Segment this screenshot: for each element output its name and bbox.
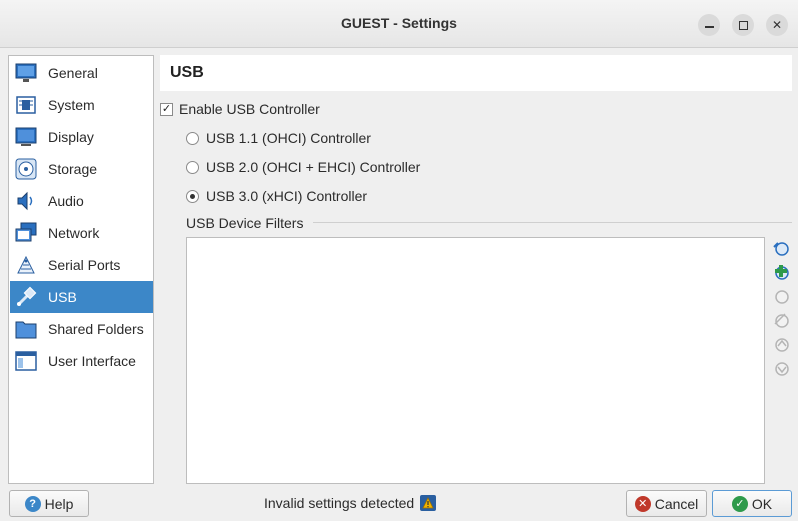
sidebar-item-label: Storage — [48, 161, 98, 177]
cancel-label: Cancel — [654, 495, 699, 512]
sidebar-item-usb[interactable]: USB — [10, 281, 153, 313]
sidebar-item-label: General — [48, 65, 98, 81]
close-button[interactable]: ✕ — [766, 14, 788, 36]
radio-button[interactable] — [186, 131, 199, 145]
sidebar-item-audio[interactable]: Audio — [10, 185, 153, 217]
sidebar-item-label: Network — [48, 225, 100, 241]
sidebar-item-display[interactable]: Display — [10, 121, 153, 153]
move-down-icon — [772, 359, 790, 380]
radio-button[interactable] — [186, 160, 199, 174]
sidebar-item-label: System — [48, 97, 95, 113]
usb-1-1-radio[interactable]: USB 1.1 (OHCI) Controller — [186, 130, 371, 146]
add-filter-icon — [772, 239, 790, 260]
sidebar-item-general[interactable]: General — [10, 57, 153, 89]
usb-device-filters-label: USB Device Filters — [186, 215, 304, 231]
minimize-button[interactable] — [698, 14, 720, 36]
ok-label: OK — [751, 495, 773, 512]
audio-icon — [14, 189, 38, 213]
sidebar-item-label: Shared Folders — [48, 321, 144, 337]
sidebar-item-serial-ports[interactable]: Serial Ports — [10, 249, 153, 281]
status-text: Invalid settings detected — [264, 495, 415, 511]
help-label: Help — [44, 495, 74, 512]
move-up-icon — [772, 335, 790, 356]
edit-filter-button[interactable] — [770, 286, 792, 308]
checkbox-box[interactable]: ✓ — [160, 102, 173, 116]
page-title: USB — [170, 64, 204, 81]
window-title: GUEST - Settings — [341, 15, 457, 31]
usb-icon — [14, 285, 38, 309]
radio-button[interactable] — [186, 189, 199, 203]
move-up-button[interactable] — [770, 334, 792, 356]
sidebar-item-label: USB — [48, 289, 77, 305]
usb-device-filters-list[interactable] — [186, 237, 765, 484]
maximize-icon — [738, 20, 748, 30]
edit-filter-icon — [772, 287, 790, 308]
enable-usb-controller-label: Enable USB Controller — [179, 101, 320, 117]
system-icon — [14, 93, 38, 117]
title-bar: GUEST - Settings ✕ — [0, 0, 798, 48]
minimize-icon — [704, 26, 714, 28]
serial-ports-icon — [14, 253, 38, 277]
storage-icon — [14, 157, 38, 181]
sidebar-item-shared-folders[interactable]: Shared Folders — [10, 313, 153, 345]
sidebar-item-label: Audio — [48, 193, 84, 209]
status-message: Invalid settings detected — [264, 495, 437, 511]
settings-sidebar: General System Display Storage Audio Net… — [8, 55, 154, 484]
add-from-device-icon — [772, 263, 790, 284]
sidebar-item-system[interactable]: System — [10, 89, 153, 121]
usb-3-0-radio[interactable]: USB 3.0 (xHCI) Controller — [186, 188, 367, 204]
add-from-device-button[interactable] — [770, 262, 792, 284]
help-button[interactable]: ? Help — [9, 490, 89, 517]
enable-usb-controller-checkbox[interactable]: ✓ Enable USB Controller — [160, 101, 320, 117]
network-icon — [14, 221, 38, 245]
usb-2-0-radio[interactable]: USB 2.0 (OHCI + EHCI) Controller — [186, 159, 420, 175]
sidebar-item-label: Serial Ports — [48, 257, 121, 273]
cancel-button[interactable]: ✕ Cancel — [626, 490, 707, 517]
ok-button[interactable]: ✓ OK — [712, 490, 792, 517]
sidebar-item-network[interactable]: Network — [10, 217, 153, 249]
remove-filter-button[interactable] — [770, 310, 792, 332]
general-icon — [14, 61, 38, 85]
close-icon: ✕ — [771, 18, 783, 32]
sidebar-item-storage[interactable]: Storage — [10, 153, 153, 185]
user-interface-icon — [14, 349, 38, 373]
radio-selected-dot — [190, 193, 195, 199]
warning-icon[interactable] — [420, 495, 437, 511]
ok-icon: ✓ — [731, 495, 748, 512]
sidebar-item-user-interface[interactable]: User Interface — [10, 345, 153, 377]
maximize-button[interactable] — [732, 14, 754, 36]
usb-2-0-label: USB 2.0 (OHCI + EHCI) Controller — [206, 159, 421, 175]
page-header: USB — [160, 55, 792, 91]
help-icon: ? — [24, 495, 41, 512]
move-down-button[interactable] — [770, 358, 792, 380]
cancel-icon: ✕ — [634, 495, 651, 512]
sidebar-item-label: User Interface — [48, 353, 136, 369]
sidebar-item-label: Display — [48, 129, 94, 145]
divider — [313, 222, 792, 223]
usb-3-0-label: USB 3.0 (xHCI) Controller — [206, 188, 368, 204]
add-filter-button[interactable] — [770, 238, 792, 260]
remove-filter-icon — [772, 311, 790, 332]
display-icon — [14, 125, 38, 149]
usb-1-1-label: USB 1.1 (OHCI) Controller — [206, 130, 371, 146]
shared-folders-icon — [14, 317, 38, 341]
